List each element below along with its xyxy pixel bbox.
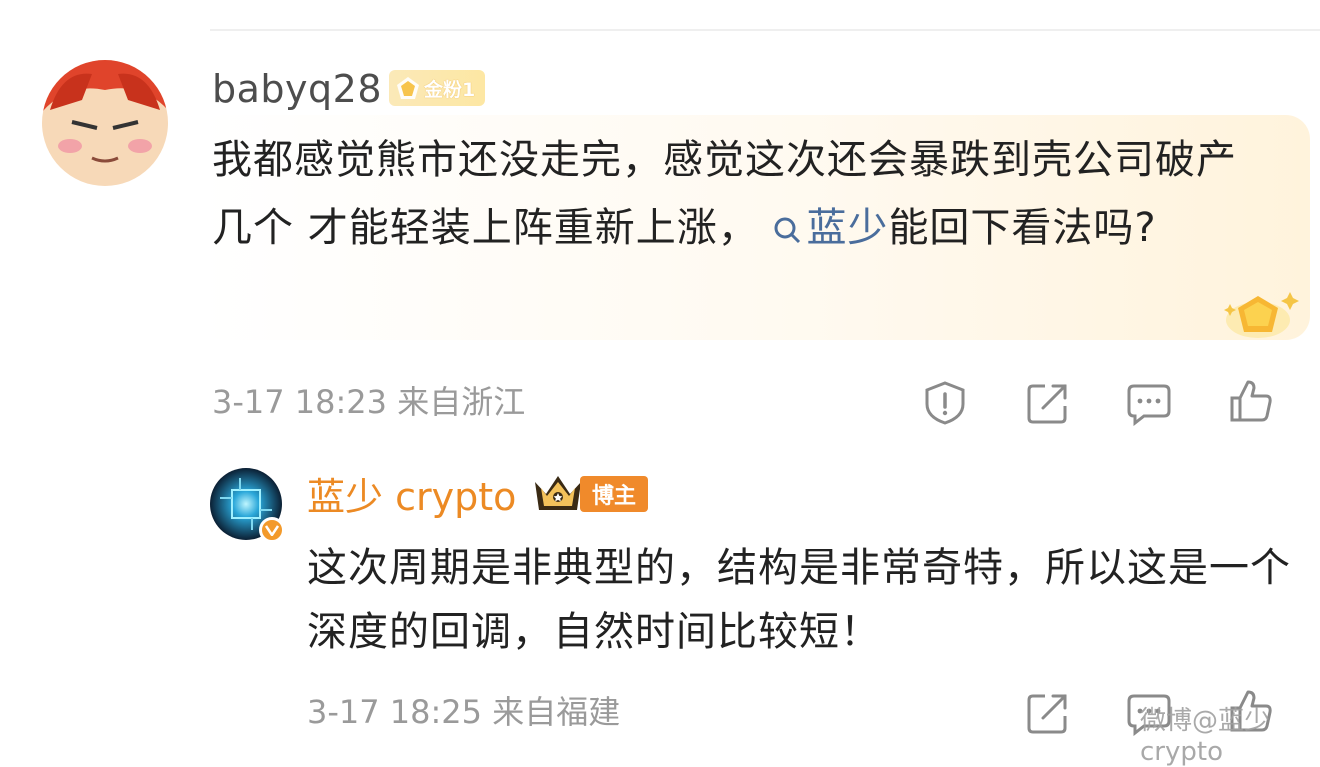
- reply-text[interactable]: 这次周期是非典型的，结构是非常奇特，所以这是一个深度的回调，自然时间比较短！: [307, 536, 1307, 664]
- verified-icon: [259, 517, 285, 543]
- fan-badge-label: 金粉1: [424, 78, 476, 101]
- like-icon[interactable]: [1228, 378, 1274, 424]
- avatar[interactable]: [42, 60, 168, 186]
- reply-username[interactable]: 蓝少 crypto: [307, 472, 516, 522]
- reply-time: 3-17 18:25: [307, 693, 483, 731]
- gem-icon: [397, 77, 419, 99]
- comment-text[interactable]: 我都感觉熊市还没走完，感觉这次还会暴跌到壳公司破产几个 才能轻装上阵重新上涨， …: [212, 126, 1272, 262]
- mention-link[interactable]: 蓝少: [772, 205, 888, 251]
- comment-meta: 3-17 18:23 来自浙江: [212, 380, 525, 424]
- gem-decoration-icon: [1224, 292, 1299, 338]
- top-divider: [210, 29, 1320, 31]
- mention-label: 蓝少: [806, 205, 889, 251]
- watermark: 微博@蓝少crypto: [1140, 706, 1271, 767]
- comment-text-after: 能回下看法吗?: [888, 205, 1157, 251]
- crown-icon: [535, 476, 581, 510]
- reply-location: 来自福建: [492, 693, 621, 731]
- comment-username[interactable]: babyq28: [212, 64, 382, 114]
- fan-badge[interactable]: 金粉1: [389, 70, 486, 106]
- host-badge: 博主: [580, 476, 649, 512]
- comment-icon[interactable]: [1126, 380, 1172, 426]
- comment-location: 来自浙江: [397, 383, 526, 421]
- reply-meta: 3-17 18:25 来自福建: [307, 690, 620, 734]
- share-icon[interactable]: [1025, 380, 1071, 426]
- comment-time: 3-17 18:23: [212, 383, 388, 421]
- reply-share-icon[interactable]: [1025, 690, 1071, 736]
- search-icon: [774, 217, 801, 244]
- report-icon[interactable]: [922, 380, 968, 426]
